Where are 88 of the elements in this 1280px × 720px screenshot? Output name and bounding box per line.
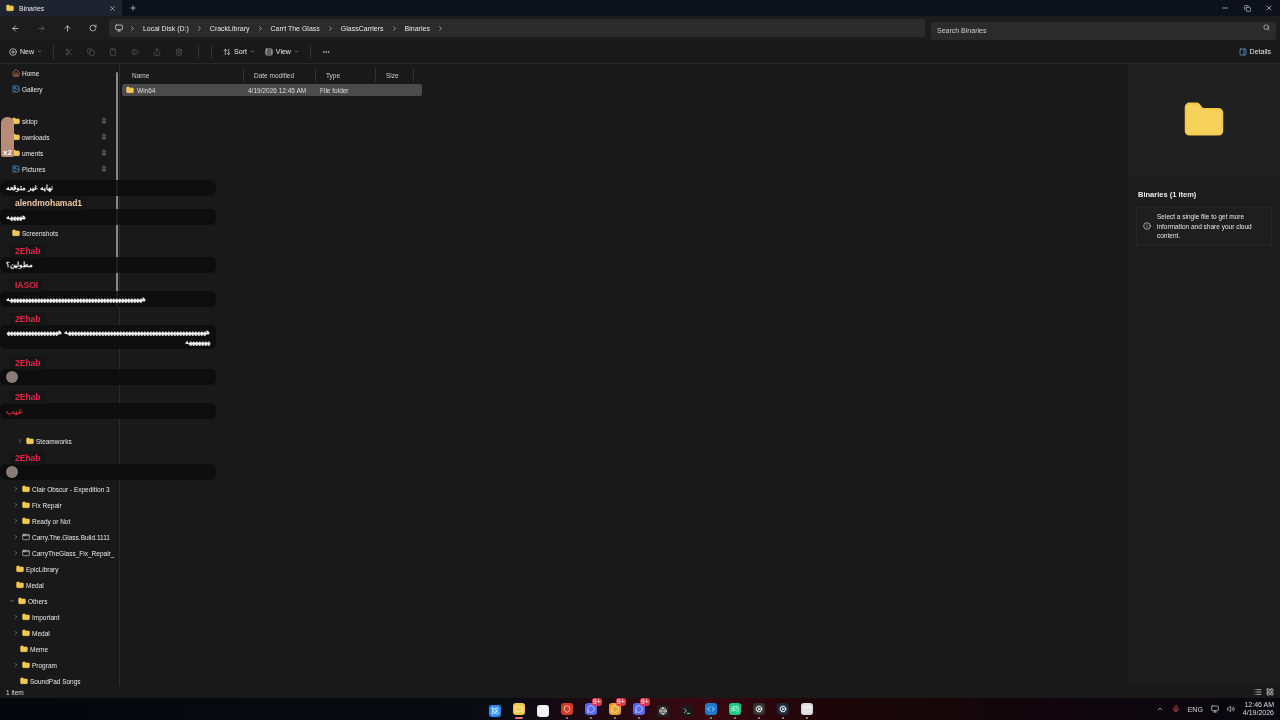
arrow-up-icon bbox=[62, 23, 72, 33]
chevron-right-icon bbox=[256, 24, 264, 32]
folder-icon bbox=[12, 117, 20, 125]
gear-icon bbox=[776, 702, 789, 715]
caret-icon bbox=[293, 49, 299, 54]
close-icon[interactable] bbox=[109, 4, 116, 12]
monitor-icon[interactable] bbox=[1210, 705, 1219, 713]
chevron-right-icon bbox=[195, 24, 203, 32]
image-icon bbox=[12, 85, 20, 93]
plus-icon bbox=[129, 4, 137, 12]
folder-icon bbox=[126, 86, 134, 94]
folder-icon bbox=[22, 661, 30, 669]
close-icon bbox=[1265, 4, 1273, 12]
chat-username: 2Ehab bbox=[10, 244, 46, 258]
multiplier-label: x2 bbox=[3, 148, 12, 157]
list-view-icon[interactable] bbox=[1254, 688, 1262, 696]
restore-icon bbox=[1243, 4, 1251, 12]
grid-view-icon[interactable] bbox=[1266, 688, 1274, 696]
terminal-icon bbox=[680, 704, 693, 717]
gear-icon bbox=[752, 702, 765, 715]
image-icon bbox=[12, 165, 20, 173]
copy-icon bbox=[87, 47, 95, 56]
chevron-right-icon[interactable] bbox=[13, 486, 19, 492]
chevron-down-icon[interactable] bbox=[9, 598, 15, 604]
chat-username: 2Ehab bbox=[10, 390, 46, 404]
volume-icon[interactable] bbox=[1226, 705, 1235, 713]
scissors-icon bbox=[65, 47, 73, 56]
folder-icon bbox=[16, 581, 24, 589]
chevron-right-icon bbox=[128, 24, 136, 32]
trash-icon bbox=[175, 47, 183, 56]
folder-icon bbox=[16, 565, 24, 573]
monitor-icon bbox=[114, 24, 123, 32]
chevron-right-icon[interactable] bbox=[13, 550, 19, 556]
chevron-right-icon[interactable] bbox=[13, 534, 19, 540]
chat-username: 2Ehab bbox=[10, 451, 46, 465]
chevron-right-icon[interactable] bbox=[13, 502, 19, 508]
search-icon bbox=[1263, 24, 1270, 31]
chevron-up-icon[interactable] bbox=[1155, 705, 1164, 713]
view-icon bbox=[264, 47, 273, 56]
caret-icon bbox=[249, 49, 255, 54]
chevron-right-icon bbox=[390, 24, 398, 32]
folder-icon bbox=[22, 613, 30, 621]
folder-icon bbox=[12, 229, 20, 237]
folder-icon bbox=[22, 501, 30, 509]
refresh-icon bbox=[89, 24, 98, 32]
gamepad-icon bbox=[728, 702, 741, 715]
plus-circle-icon bbox=[9, 47, 17, 56]
folder-icon bbox=[20, 677, 28, 685]
share-icon bbox=[153, 47, 161, 56]
globe-icon bbox=[656, 704, 669, 717]
code-icon bbox=[704, 702, 717, 715]
chevron-right-icon[interactable] bbox=[13, 630, 19, 636]
chevron-right-icon[interactable] bbox=[13, 662, 19, 668]
folder-icon bbox=[20, 645, 28, 653]
arrow-left-icon bbox=[11, 23, 21, 33]
chat-bubble-icon bbox=[584, 702, 597, 715]
chevron-right-icon[interactable] bbox=[13, 518, 19, 524]
chat-username: 2Ehab bbox=[10, 356, 46, 370]
clipboard-icon bbox=[109, 47, 117, 56]
folder-icon bbox=[26, 437, 34, 445]
chat-username: IASOI bbox=[10, 278, 44, 292]
chat-username: 2Ehab bbox=[10, 312, 46, 326]
app-window-icon bbox=[22, 549, 30, 557]
folder-icon bbox=[22, 485, 30, 493]
chat-bubble-icon bbox=[608, 702, 621, 715]
chevron-right-icon bbox=[326, 24, 334, 32]
chevron-right-icon[interactable] bbox=[17, 438, 23, 444]
chat-bubble-icon bbox=[632, 702, 645, 715]
chevron-right-icon bbox=[436, 24, 444, 32]
folder-icon bbox=[512, 702, 525, 715]
sort-icon bbox=[223, 47, 231, 56]
sticker-text: عيب bbox=[6, 406, 23, 416]
folder-icon bbox=[22, 629, 30, 637]
panel-icon bbox=[1238, 47, 1247, 56]
microphone-icon[interactable] bbox=[1171, 705, 1180, 713]
minimize-icon bbox=[1221, 4, 1229, 12]
folder-icon bbox=[6, 4, 14, 12]
info-icon bbox=[1143, 222, 1151, 231]
shield-icon bbox=[560, 702, 573, 715]
caret-icon bbox=[37, 49, 42, 54]
app-window-icon bbox=[22, 533, 30, 541]
home-icon bbox=[12, 69, 20, 77]
folder-icon bbox=[22, 517, 30, 525]
chevron-right-icon[interactable] bbox=[13, 614, 19, 620]
windows-logo-icon bbox=[488, 704, 501, 717]
arrow-right-icon bbox=[37, 23, 47, 33]
folder-icon bbox=[18, 597, 26, 605]
chat-username: alendmohamad1 bbox=[10, 196, 88, 210]
